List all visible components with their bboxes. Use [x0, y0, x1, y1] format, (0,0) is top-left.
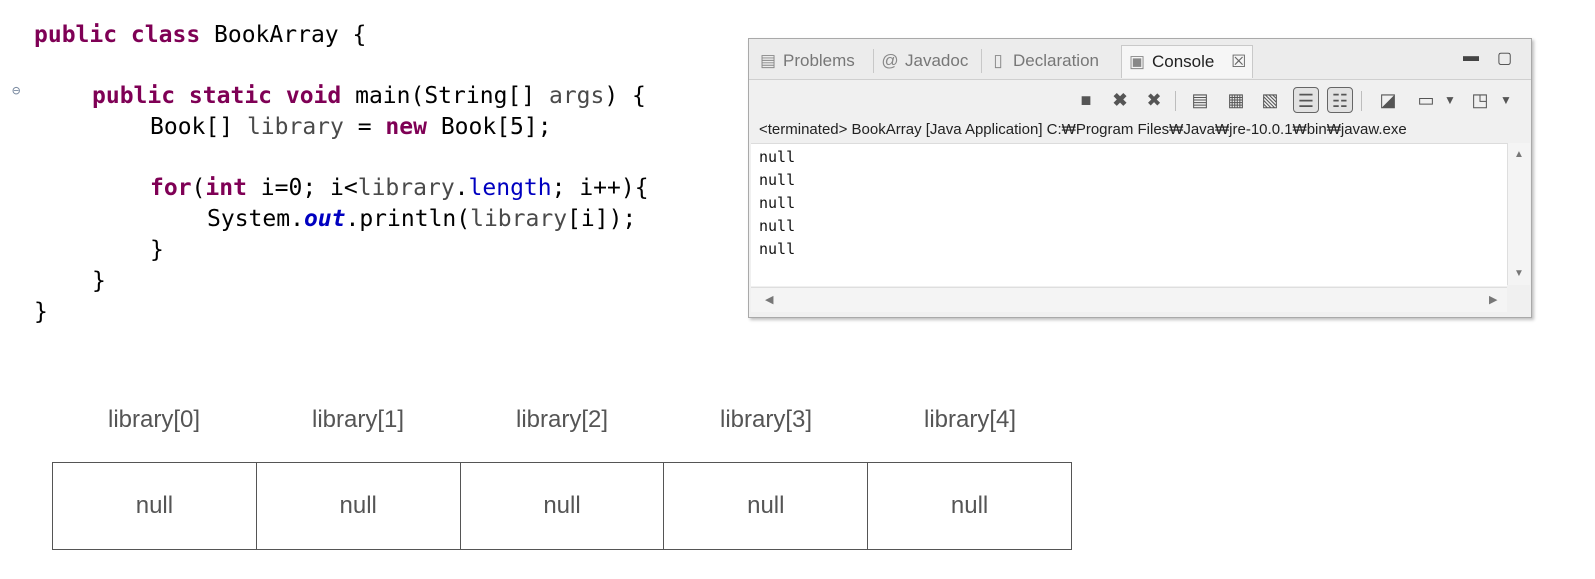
minimize-icon[interactable]: ▬ [1463, 48, 1479, 66]
code-text: ; i++){ [551, 175, 649, 201]
tab-divider [981, 49, 982, 73]
scroll-lock-icon[interactable]: ▦ [1223, 87, 1249, 113]
close-icon[interactable]: ☒ [1231, 52, 1246, 71]
code-text: ( [191, 175, 206, 201]
show-on-stdout-icon[interactable]: ☰ [1293, 87, 1319, 113]
word-wrap-icon[interactable]: ▧ [1257, 87, 1283, 113]
console-output[interactable]: null null null null null [751, 143, 1507, 286]
output-line: null [759, 194, 796, 212]
array-index-label: library[4] [923, 406, 1017, 433]
variable-name: library [357, 175, 455, 201]
pin-console-icon[interactable]: ◪ [1375, 87, 1401, 113]
fold-collapse-icon[interactable]: ⊖ [12, 84, 26, 98]
keyword: int [205, 175, 247, 201]
console-view: ▤ Problems @ Javadoc ▯ Declaration ▣ Console… [748, 38, 1532, 318]
keyword: public class [34, 22, 201, 48]
tab-console[interactable]: ▣ Console ☒ [1121, 45, 1254, 78]
maximize-icon[interactable]: ▢ [1497, 48, 1512, 68]
tab-label: Problems [783, 51, 855, 70]
keyword: for [150, 175, 192, 201]
declaration-icon: ▯ [993, 51, 1003, 70]
remove-all-terminated-icon[interactable]: ✖ [1141, 87, 1167, 113]
code-editor[interactable]: public class BookArray { ⊖ public static… [0, 0, 720, 340]
scroll-left-icon[interactable]: ◀ [765, 293, 773, 306]
array-index-label: library[1] [311, 406, 405, 433]
tab-divider [873, 49, 874, 73]
console-icon: ▣ [1128, 52, 1146, 71]
array-cell: null [461, 463, 665, 549]
code-line-close-main: } [92, 268, 106, 294]
code-text: System. [207, 206, 304, 232]
array-index-label: library[2] [515, 406, 609, 433]
output-line: null [759, 217, 796, 235]
array-cell: null [664, 463, 869, 549]
code-text: Book[] [150, 114, 247, 140]
tab-declaration[interactable]: ▯ Declaration [989, 45, 1099, 77]
terminate-icon[interactable]: ■ [1073, 87, 1099, 113]
toolbar-divider [1361, 91, 1362, 111]
code-text: i=0; i< [246, 175, 358, 201]
code-text: = [343, 114, 386, 140]
scroll-right-icon[interactable]: ▶ [1489, 293, 1497, 306]
array-index-label: library[0] [107, 406, 201, 433]
vertical-scrollbar[interactable]: ▲ ▼ [1507, 143, 1530, 285]
open-console-icon[interactable]: ◳ [1467, 87, 1493, 113]
at-icon: @ [881, 51, 899, 70]
code-line-main-decl: public static void main(String[] args) { [92, 81, 646, 111]
tab-label: Javadoc [905, 51, 969, 70]
launch-status: <terminated> BookArray [Java Application… [759, 121, 1407, 138]
code-text: ) { [604, 83, 646, 109]
code-line-array-decl: Book[] library = new Book[5]; [150, 112, 552, 142]
tab-label: Declaration [1013, 51, 1099, 70]
output-line: null [759, 171, 796, 189]
code-text: Book[5]; [426, 114, 552, 140]
array-cell: null [257, 463, 461, 549]
console-toolbar: ■ ✖ ✖ ▤ ▦ ▧ ☰ ☷ ◪ ▭ ▼ ◳ ▼ [749, 83, 1531, 117]
variable-name: library [470, 206, 568, 232]
tab-problems[interactable]: ▤ Problems [759, 45, 855, 77]
code-line-println: System.out.println(library[i]); [207, 204, 636, 234]
variable-name: library [246, 114, 344, 140]
display-console-icon[interactable]: ▭ [1413, 87, 1439, 113]
output-line: null [759, 148, 796, 166]
output-line: null [759, 240, 796, 258]
static-field: out [303, 206, 346, 232]
tab-label: Console [1152, 52, 1215, 71]
scroll-down-icon[interactable]: ▼ [1508, 268, 1530, 279]
array-cell: null [53, 463, 257, 549]
code-text: BookArray { [200, 22, 367, 48]
toolbar-divider [1175, 91, 1176, 111]
field-name: length [468, 175, 552, 201]
code-text: . [454, 175, 469, 201]
chevron-down-icon[interactable]: ▼ [1437, 87, 1463, 113]
chevron-down-icon[interactable]: ▼ [1493, 87, 1519, 113]
code-text: [i]); [567, 206, 637, 232]
code-text: .println( [345, 206, 471, 232]
show-on-stderr-icon[interactable]: ☷ [1327, 87, 1353, 113]
problems-icon: ▤ [759, 51, 777, 70]
remove-launch-icon[interactable]: ✖ [1107, 87, 1133, 113]
tab-javadoc[interactable]: @ Javadoc [881, 45, 968, 77]
keyword: public static void [92, 83, 342, 109]
array-diagram: null null null null null [52, 462, 1072, 550]
param-name: args [548, 83, 605, 109]
view-tab-strip: ▤ Problems @ Javadoc ▯ Declaration ▣ Console… [749, 39, 1531, 80]
array-cell: null [950, 492, 989, 519]
clear-console-icon[interactable]: ▤ [1187, 87, 1213, 113]
code-text: main(String[] [341, 83, 549, 109]
code-line-close-for: } [150, 237, 164, 263]
code-line-class-decl: public class BookArray { [34, 20, 366, 50]
code-line-close-class: } [34, 299, 48, 325]
code-line-for-loop: for(int i=0; i<library.length; i++){ [150, 173, 649, 203]
array-index-label: library[3] [719, 406, 813, 433]
keyword: new [385, 114, 427, 140]
horizontal-scrollbar[interactable]: ◀ ▶ [751, 287, 1507, 312]
scroll-up-icon[interactable]: ▲ [1508, 149, 1530, 160]
